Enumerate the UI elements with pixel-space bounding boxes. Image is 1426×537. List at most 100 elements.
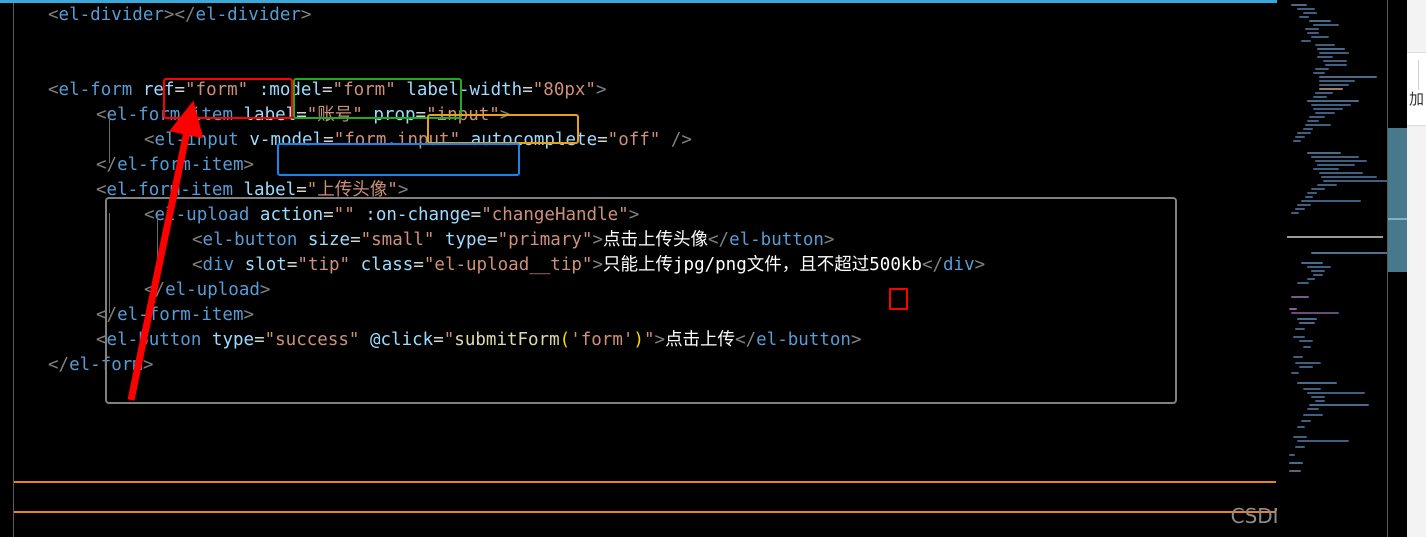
- code-token-attr: autocomplete: [470, 130, 598, 150]
- minimap-line: [1297, 282, 1309, 284]
- minimap-line: [1315, 92, 1333, 94]
- minimap-line: [1291, 212, 1299, 214]
- code-token-tag: el-button: [729, 230, 824, 250]
- vertical-scrollbar-track[interactable]: [1388, 0, 1407, 537]
- code-token-str: "": [333, 205, 355, 225]
- background-window-sliver[interactable]: 加: [1407, 0, 1426, 537]
- code-token-str: ": [643, 330, 655, 350]
- code-token-eq: [660, 130, 671, 150]
- minimap-line: [1289, 470, 1301, 472]
- minimap-line: [1315, 112, 1335, 114]
- minimap-line: [1297, 382, 1337, 384]
- minimap-line: [1301, 420, 1311, 422]
- minimap-line: [1313, 168, 1339, 170]
- code-token-eq: =: [296, 105, 307, 125]
- minimap-line: [1313, 24, 1339, 26]
- minimap-line: [1301, 200, 1361, 202]
- code-token-tagp: >: [259, 280, 271, 300]
- minimap-line: [1319, 80, 1355, 82]
- code-token-str: "账号": [306, 105, 363, 125]
- code-token-tagp: >: [243, 155, 255, 175]
- code-token-tagp: </: [921, 255, 944, 275]
- code-token-eq: =: [323, 130, 334, 150]
- minimap-line: [1303, 414, 1323, 416]
- minimap-separator: [1287, 236, 1383, 238]
- code-minimap[interactable]: [1277, 0, 1388, 537]
- minimap-line: [1293, 140, 1301, 142]
- code-token-txt: 点击上传头像: [603, 230, 708, 250]
- code-token-tagp: />: [670, 130, 692, 150]
- minimap-line: [1295, 208, 1305, 210]
- code-token-eq: =: [321, 80, 333, 100]
- code-token-tagp: >: [397, 180, 409, 200]
- minimap-line: [1313, 108, 1343, 110]
- code-token-str: "input": [426, 105, 500, 125]
- minimap-line: [1303, 12, 1317, 14]
- minimap-line: [1309, 404, 1369, 406]
- minimap-line: [1291, 4, 1307, 6]
- minimap-line: [1291, 296, 1309, 298]
- minimap-line: [1297, 318, 1317, 320]
- minimap-line: [1319, 76, 1377, 78]
- code-editor-window: <el-divider></el-divider> <el-form ref="f…: [0, 0, 1426, 537]
- code-token-tagp: </: [174, 5, 196, 25]
- code-token-attr: v-model: [249, 130, 324, 150]
- minimap-line: [1303, 388, 1321, 390]
- code-token-str: "primary": [497, 230, 593, 250]
- minimap-line: [1319, 52, 1349, 54]
- vertical-scrollbar-thumb[interactable]: [1388, 128, 1407, 272]
- minimap-line: [1313, 274, 1323, 276]
- minimap-line: [1317, 56, 1333, 58]
- minimap-line: [1311, 156, 1359, 158]
- minimap-line: [1289, 308, 1297, 310]
- minimap-line: [1309, 116, 1325, 118]
- scrollbar-thumb-split: [1388, 218, 1407, 220]
- code-token-eq: =: [415, 105, 427, 125]
- code-token-eq: =: [254, 330, 265, 350]
- code-token-txt: 只能上传jpg/png文件，且不超过500kb: [603, 255, 922, 275]
- minimap-line: [1293, 436, 1307, 438]
- code-token-eq: [355, 205, 366, 225]
- code-line[interactable]: <el-divider></el-divider>: [0, 3, 1277, 28]
- code-line[interactable]: [0, 28, 1277, 53]
- code-token-tag: div: [943, 255, 975, 275]
- code-token-paren: (: [559, 330, 571, 350]
- code-token-tagp: >: [163, 5, 175, 25]
- code-token-eq: =: [487, 230, 498, 250]
- background-window-panel: [1407, 52, 1426, 126]
- code-token-eq: [248, 80, 259, 100]
- code-token-eq: =: [323, 205, 334, 225]
- minimap-line: [1307, 392, 1365, 394]
- code-token-attr: label: [243, 105, 297, 125]
- minimap-line: [1297, 132, 1311, 134]
- minimap-line: [1315, 400, 1325, 402]
- minimap-line: [1317, 164, 1355, 166]
- code-token-attr: prop: [373, 105, 416, 125]
- code-token-tagp: >: [592, 230, 603, 250]
- minimap-line: [1309, 20, 1331, 22]
- minimap-line: [1317, 184, 1337, 186]
- minimap-line: [1325, 64, 1347, 66]
- minimap-line: [1317, 48, 1345, 50]
- code-token-str: "success": [264, 330, 360, 350]
- minimap-line: [1311, 270, 1325, 272]
- code-token-attr: label: [243, 180, 297, 200]
- minimap-line: [1299, 16, 1309, 18]
- minimap-line: [1313, 96, 1327, 98]
- code-line[interactable]: [0, 53, 1277, 78]
- minimap-line: [1323, 60, 1347, 62]
- code-token-attr: slot: [244, 255, 287, 275]
- minimap-line: [1299, 366, 1313, 368]
- code-token-tag: el-divider: [195, 5, 301, 25]
- code-token-attr: @click: [369, 330, 434, 350]
- minimap-line: [1303, 346, 1311, 348]
- code-token-tagp: </: [48, 355, 70, 375]
- minimap-line: [1307, 32, 1319, 34]
- minimap-line: [1301, 262, 1323, 264]
- code-token-str: "small": [360, 230, 435, 250]
- code-token-str: "80px": [532, 80, 596, 100]
- minimap-line: [1321, 176, 1377, 178]
- code-token-attr: :on-change: [365, 205, 471, 225]
- minimap-line: [1315, 160, 1367, 162]
- minimap-line: [1295, 362, 1321, 364]
